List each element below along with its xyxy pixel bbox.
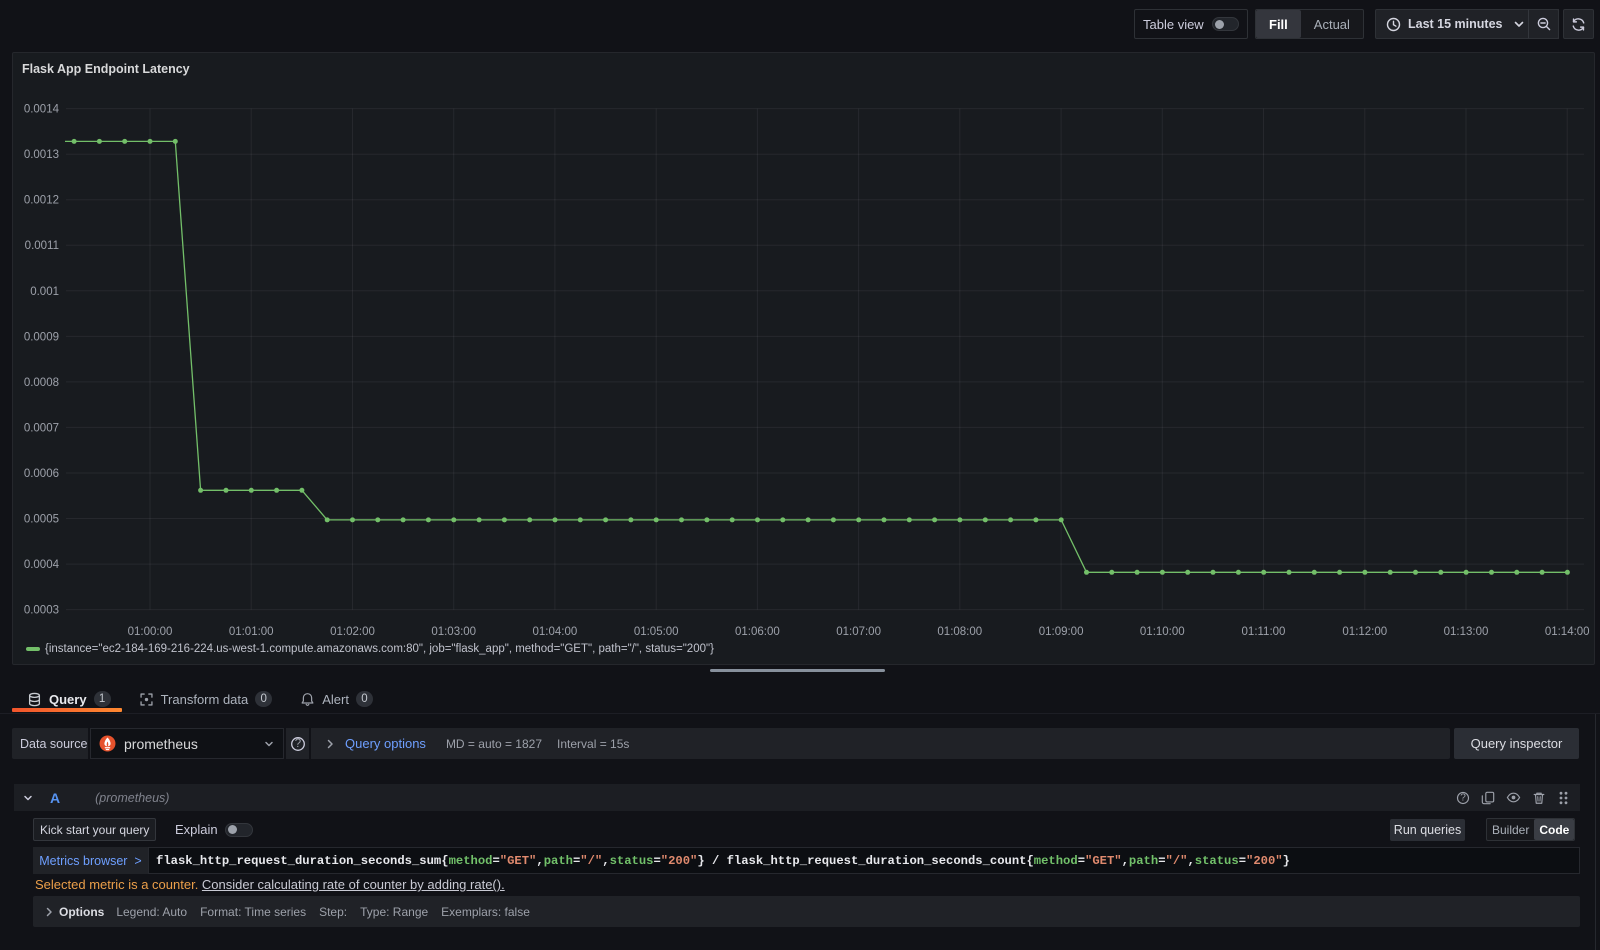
- svg-text:0.0005: 0.0005: [24, 514, 59, 526]
- svg-text:01:14:00: 01:14:00: [1545, 626, 1590, 638]
- svg-text:0.0009: 0.0009: [24, 331, 59, 343]
- svg-text:0.0008: 0.0008: [24, 377, 59, 389]
- svg-text:0.0011: 0.0011: [25, 240, 59, 252]
- svg-text:0.0006: 0.0006: [24, 468, 59, 480]
- svg-text:01:07:00: 01:07:00: [836, 626, 881, 638]
- svg-text:?: ?: [294, 738, 300, 750]
- svg-text:01:02:00: 01:02:00: [330, 626, 375, 638]
- svg-text:0.0012: 0.0012: [24, 195, 59, 207]
- svg-text:01:01:00: 01:01:00: [229, 626, 274, 638]
- svg-text:01:13:00: 01:13:00: [1444, 626, 1489, 638]
- svg-text:01:04:00: 01:04:00: [533, 626, 578, 638]
- svg-text:01:11:00: 01:11:00: [1242, 626, 1286, 638]
- svg-text:0.0014: 0.0014: [24, 104, 60, 116]
- svg-text:0.0003: 0.0003: [24, 605, 59, 617]
- svg-text:0.0007: 0.0007: [24, 422, 59, 434]
- svg-text:0.0004: 0.0004: [24, 559, 60, 571]
- svg-text:?: ?: [1460, 792, 1466, 803]
- svg-text:01:05:00: 01:05:00: [634, 626, 679, 638]
- svg-text:01:08:00: 01:08:00: [937, 626, 982, 638]
- svg-text:01:12:00: 01:12:00: [1342, 626, 1387, 638]
- svg-text:01:03:00: 01:03:00: [431, 626, 476, 638]
- svg-text:01:00:00: 01:00:00: [128, 626, 173, 638]
- svg-text:01:10:00: 01:10:00: [1140, 626, 1185, 638]
- svg-text:01:06:00: 01:06:00: [735, 626, 780, 638]
- svg-text:01:09:00: 01:09:00: [1039, 626, 1084, 638]
- svg-text:0.0013: 0.0013: [24, 149, 59, 161]
- svg-text:0.001: 0.001: [30, 286, 59, 298]
